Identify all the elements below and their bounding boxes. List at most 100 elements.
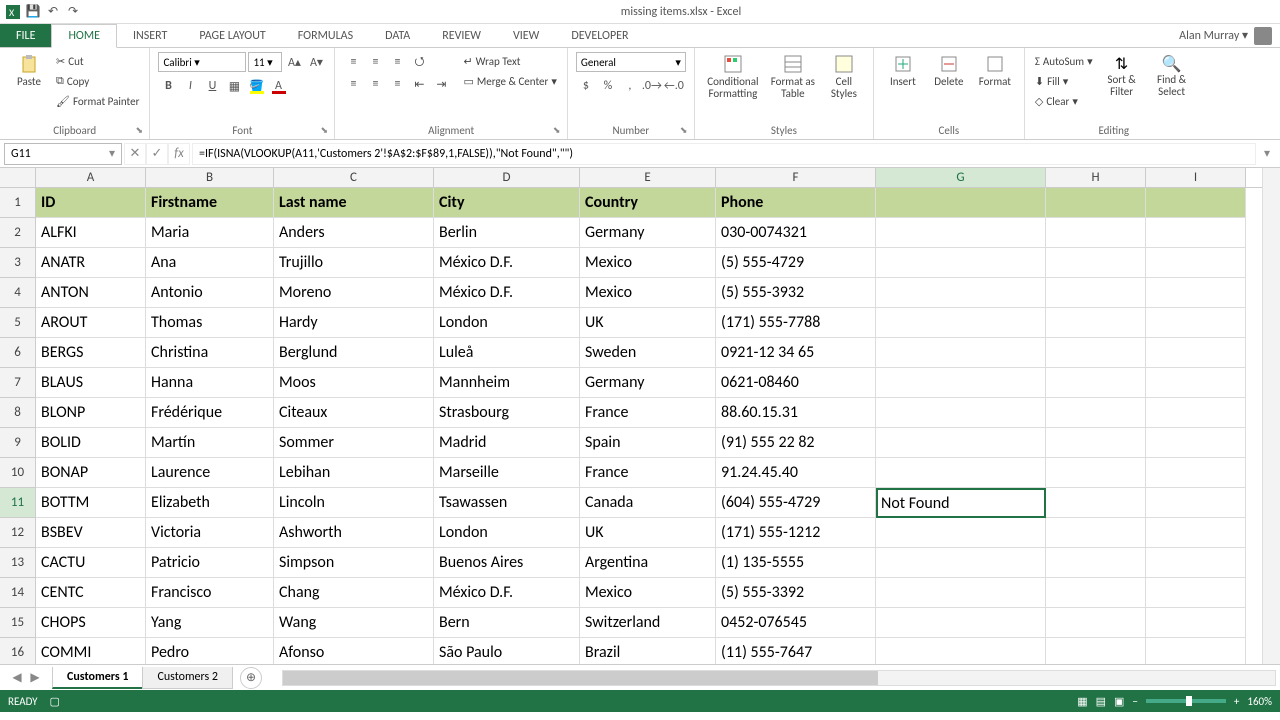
- cell[interactable]: [1146, 308, 1246, 338]
- cell[interactable]: Bern: [434, 608, 580, 638]
- paste-button[interactable]: Paste: [8, 52, 50, 90]
- prev-sheet-icon[interactable]: ◀: [8, 669, 26, 687]
- cell[interactable]: [1046, 518, 1146, 548]
- cell[interactable]: (91) 555 22 82: [716, 428, 876, 458]
- cell[interactable]: Germany: [580, 368, 716, 398]
- bold-button[interactable]: B: [158, 76, 178, 96]
- cell[interactable]: Country: [580, 188, 716, 218]
- column-header-D[interactable]: D: [434, 168, 580, 187]
- view-break-icon[interactable]: ▣: [1114, 695, 1124, 708]
- column-header-B[interactable]: B: [146, 168, 274, 187]
- cell[interactable]: [876, 248, 1046, 278]
- cell[interactable]: Firstname: [146, 188, 274, 218]
- tab-page-layout[interactable]: PAGE LAYOUT: [183, 24, 281, 47]
- cell[interactable]: México D.F.: [434, 278, 580, 308]
- tab-review[interactable]: REVIEW: [426, 24, 497, 47]
- row-header[interactable]: 6: [0, 338, 36, 368]
- cell[interactable]: [876, 548, 1046, 578]
- sheet-tab[interactable]: Customers 2: [142, 667, 233, 689]
- cell[interactable]: [1146, 248, 1246, 278]
- horizontal-scrollbar[interactable]: [282, 670, 1276, 686]
- cell[interactable]: [876, 218, 1046, 248]
- cell[interactable]: [1046, 428, 1146, 458]
- accounting-format-icon[interactable]: $: [576, 76, 596, 96]
- cell[interactable]: [1146, 398, 1246, 428]
- cell[interactable]: Laurence: [146, 458, 274, 488]
- cell[interactable]: Afonso: [274, 638, 434, 664]
- cell[interactable]: France: [580, 458, 716, 488]
- cell[interactable]: Mannheim: [434, 368, 580, 398]
- cell[interactable]: 0921-12 34 65: [716, 338, 876, 368]
- cell[interactable]: UK: [580, 518, 716, 548]
- cell[interactable]: AROUT: [36, 308, 146, 338]
- cell[interactable]: [1046, 188, 1146, 218]
- cell[interactable]: CACTU: [36, 548, 146, 578]
- tab-view[interactable]: VIEW: [497, 24, 555, 47]
- cell[interactable]: Simpson: [274, 548, 434, 578]
- cell[interactable]: Buenos Aires: [434, 548, 580, 578]
- cell[interactable]: UK: [580, 308, 716, 338]
- cell[interactable]: Mexico: [580, 578, 716, 608]
- column-header-G[interactable]: G: [876, 168, 1046, 187]
- cell[interactable]: Last name: [274, 188, 434, 218]
- macro-record-icon[interactable]: ▢: [50, 695, 60, 708]
- cell[interactable]: BOLID: [36, 428, 146, 458]
- cell[interactable]: ANTON: [36, 278, 146, 308]
- cell[interactable]: México D.F.: [434, 248, 580, 278]
- tab-insert[interactable]: INSERT: [117, 24, 183, 47]
- cell[interactable]: [1146, 488, 1246, 518]
- align-left-icon[interactable]: ≡: [343, 74, 363, 94]
- decrease-decimal-icon[interactable]: ←.0: [664, 76, 684, 96]
- cell[interactable]: (5) 555-4729: [716, 248, 876, 278]
- fill-button[interactable]: ⬇ Fill ▾: [1033, 72, 1095, 90]
- cell[interactable]: Mexico: [580, 278, 716, 308]
- border-button[interactable]: ▦: [224, 76, 244, 96]
- row-header[interactable]: 1: [0, 188, 36, 218]
- number-dialog-launcher[interactable]: ⬊: [680, 125, 692, 137]
- row-header[interactable]: 3: [0, 248, 36, 278]
- view-page-icon[interactable]: ▤: [1096, 695, 1106, 708]
- cell[interactable]: Moos: [274, 368, 434, 398]
- undo-icon[interactable]: ↶: [44, 3, 62, 21]
- cell[interactable]: City: [434, 188, 580, 218]
- cell[interactable]: CHOPS: [36, 608, 146, 638]
- select-all-corner[interactable]: [0, 168, 36, 188]
- cell[interactable]: ALFKI: [36, 218, 146, 248]
- cell[interactable]: Sommer: [274, 428, 434, 458]
- cut-button[interactable]: ✂ Cut: [54, 52, 141, 70]
- decrease-indent-icon[interactable]: ⇤: [409, 74, 429, 94]
- save-icon[interactable]: 💾: [24, 3, 42, 21]
- cell[interactable]: [876, 578, 1046, 608]
- cell[interactable]: [1046, 278, 1146, 308]
- cell[interactable]: Elizabeth: [146, 488, 274, 518]
- cell[interactable]: [1146, 518, 1246, 548]
- clipboard-dialog-launcher[interactable]: ⬊: [135, 125, 147, 137]
- column-header-I[interactable]: I: [1146, 168, 1246, 187]
- row-header[interactable]: 7: [0, 368, 36, 398]
- cell[interactable]: Patricio: [146, 548, 274, 578]
- cell[interactable]: [1046, 638, 1146, 664]
- cell[interactable]: ANATR: [36, 248, 146, 278]
- row-header[interactable]: 11: [0, 488, 36, 518]
- cell[interactable]: [1146, 368, 1246, 398]
- cell[interactable]: (5) 555-3932: [716, 278, 876, 308]
- cell[interactable]: [1146, 428, 1246, 458]
- cell[interactable]: 0452-076545: [716, 608, 876, 638]
- accept-formula-icon[interactable]: ✓: [146, 143, 168, 165]
- conditional-formatting-button[interactable]: Conditional Formatting: [703, 52, 763, 102]
- cell[interactable]: BSBEV: [36, 518, 146, 548]
- autosum-button[interactable]: Σ AutoSum ▾: [1033, 52, 1095, 70]
- align-bottom-icon[interactable]: ≡: [387, 52, 407, 72]
- cell[interactable]: São Paulo: [434, 638, 580, 664]
- cell[interactable]: Hanna: [146, 368, 274, 398]
- cell[interactable]: 91.24.45.40: [716, 458, 876, 488]
- cell[interactable]: Frédérique: [146, 398, 274, 428]
- cell[interactable]: [876, 608, 1046, 638]
- cell[interactable]: [1146, 188, 1246, 218]
- cell[interactable]: Marseille: [434, 458, 580, 488]
- cell[interactable]: [1146, 218, 1246, 248]
- cell[interactable]: Trujillo: [274, 248, 434, 278]
- cell[interactable]: BLAUS: [36, 368, 146, 398]
- cell[interactable]: London: [434, 308, 580, 338]
- expand-formula-icon[interactable]: ▾: [1258, 146, 1276, 161]
